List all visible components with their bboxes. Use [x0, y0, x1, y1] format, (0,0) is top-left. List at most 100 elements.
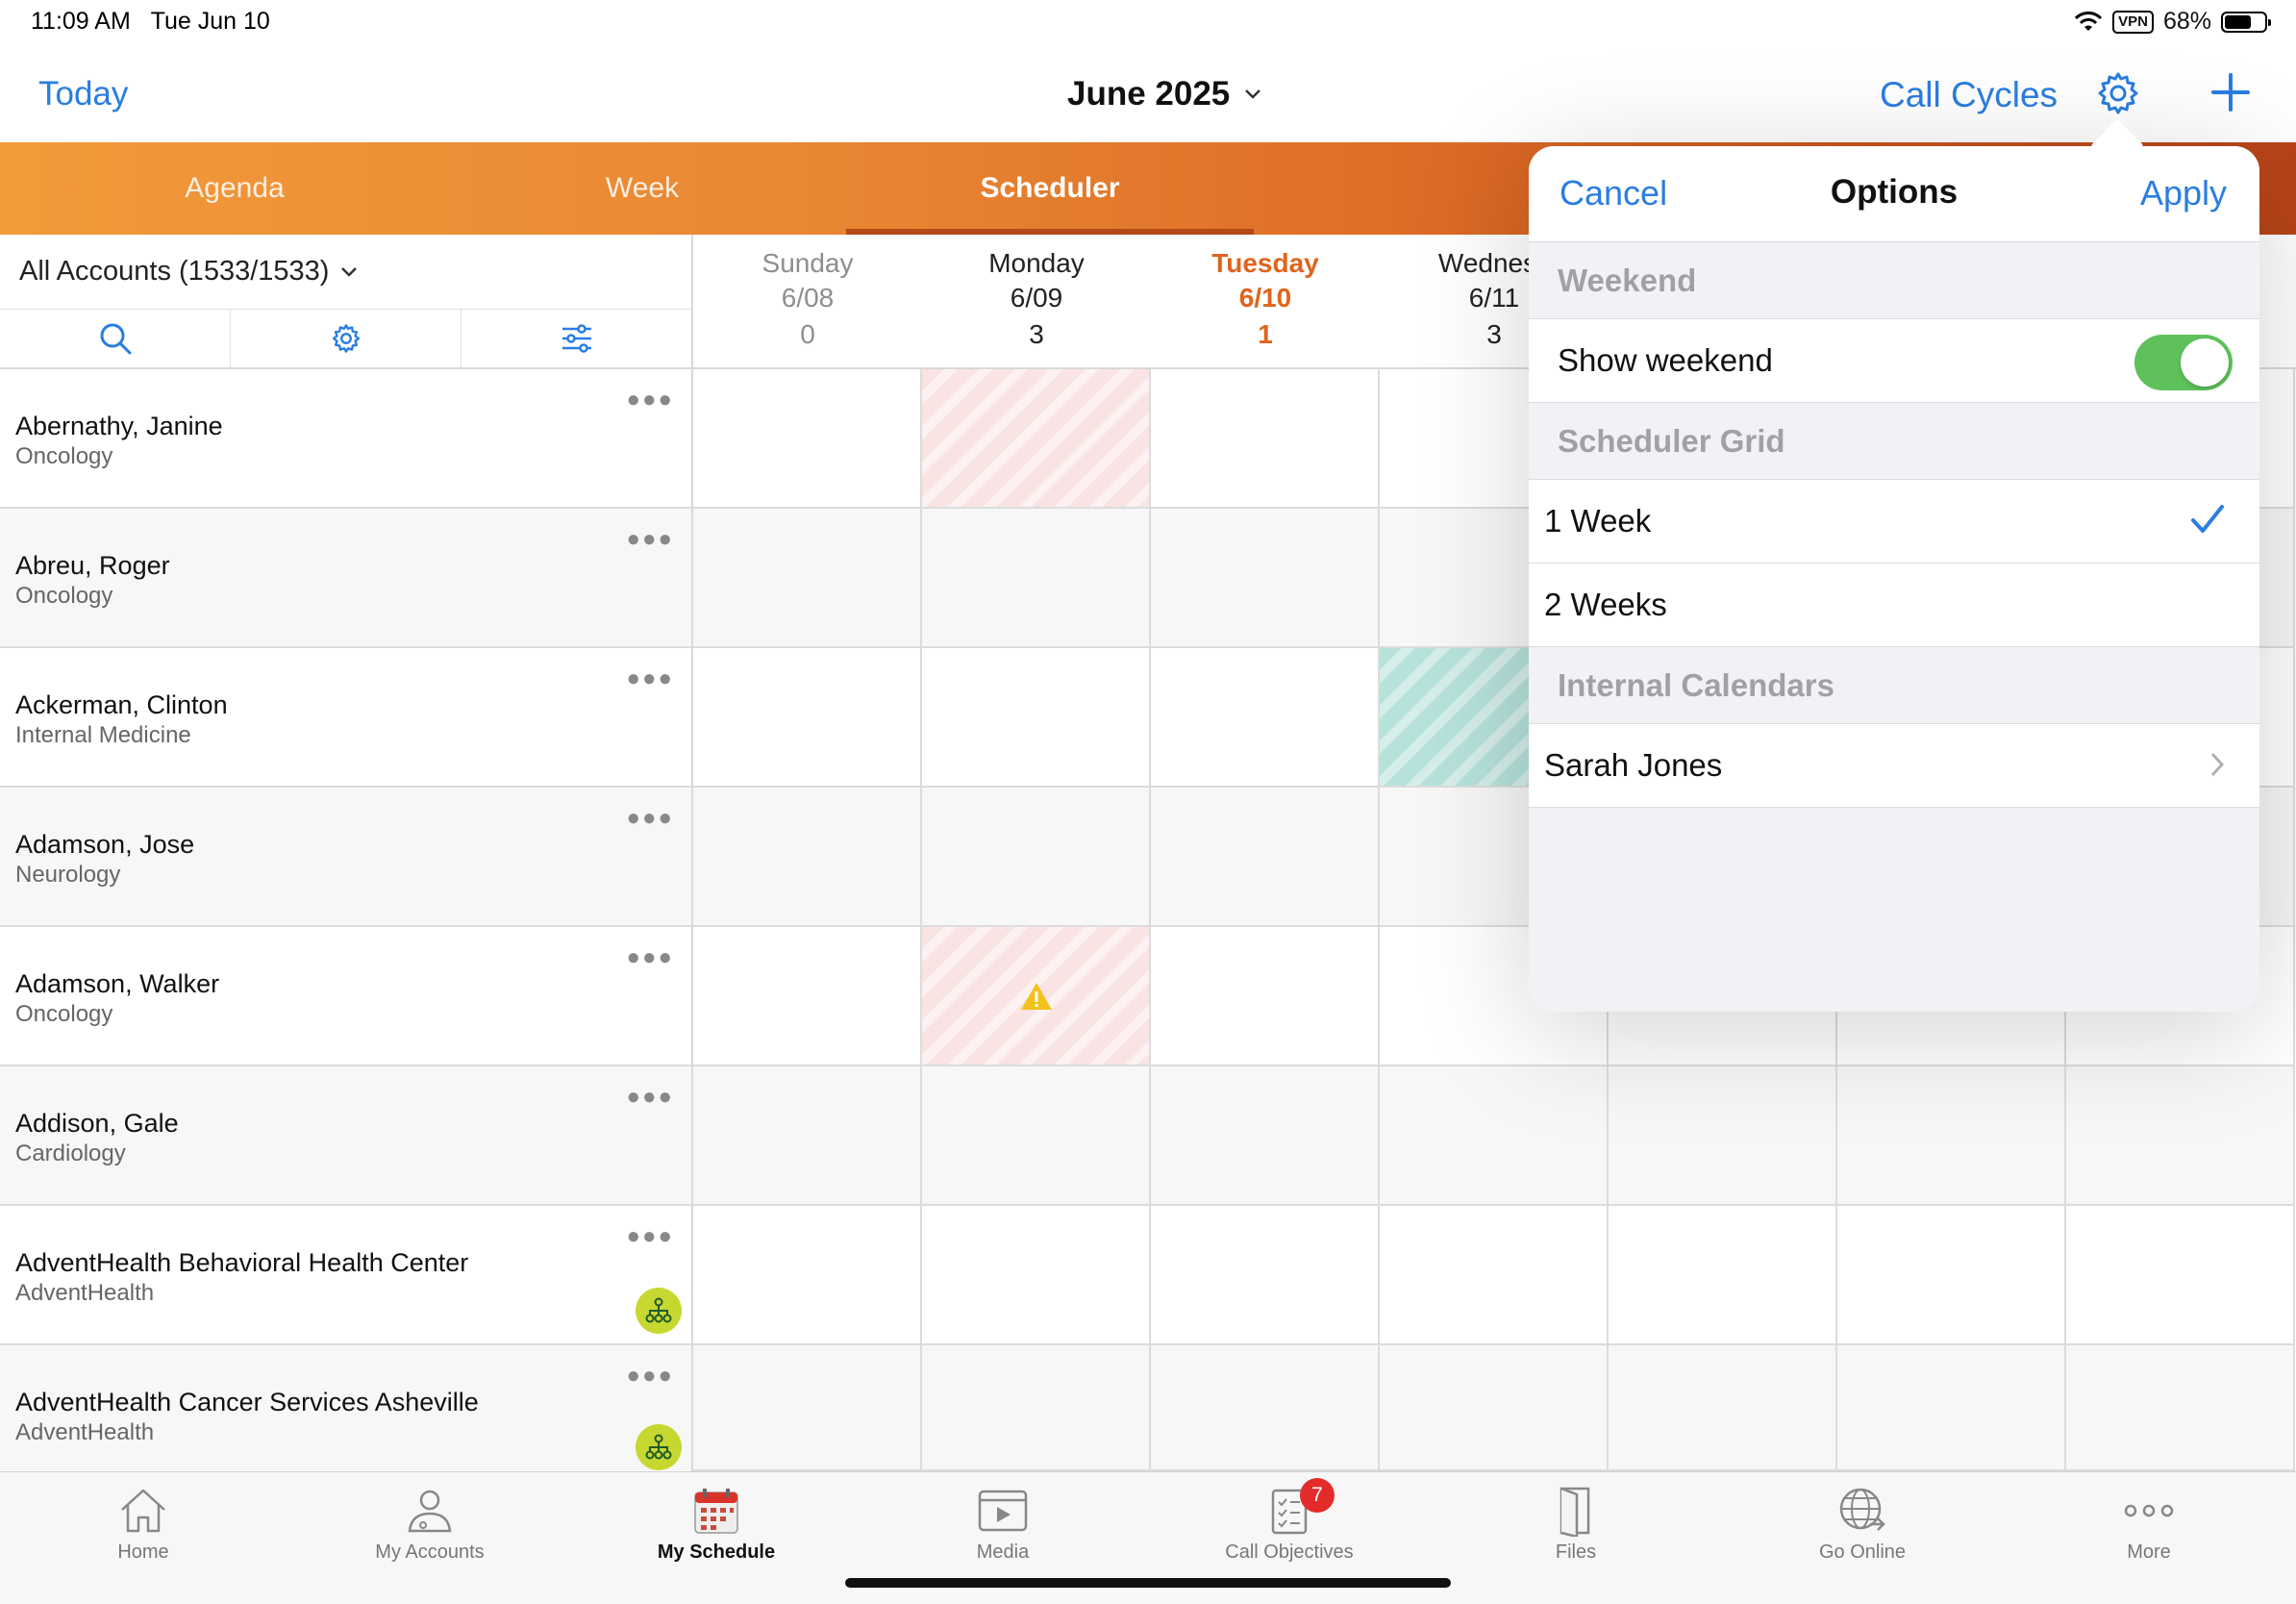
tab-scheduler[interactable]: Scheduler: [846, 142, 1254, 235]
day-header-sunday[interactable]: Sunday 6/08 0: [693, 235, 922, 369]
tab-media[interactable]: Media: [860, 1482, 1146, 1564]
schedule-cell[interactable]: [2066, 1206, 2295, 1345]
account-row[interactable]: Ackerman, Clinton Internal Medicine ●●●: [0, 648, 691, 788]
schedule-cell[interactable]: [1380, 1066, 1609, 1206]
account-row[interactable]: Adamson, Walker Oncology ●●●: [0, 927, 691, 1066]
schedule-cell[interactable]: [1380, 1206, 1609, 1345]
more-options-icon[interactable]: ●●●: [627, 944, 675, 971]
show-weekend-toggle[interactable]: [2134, 335, 2233, 390]
schedule-cell[interactable]: [693, 1066, 922, 1206]
account-specialty: Neurology: [15, 862, 121, 888]
status-time: 11:09 AM Tue Jun 10: [31, 8, 270, 35]
schedule-cell[interactable]: [1837, 1066, 2066, 1206]
schedule-cell[interactable]: [1151, 509, 1380, 648]
schedule-cell[interactable]: [693, 648, 922, 788]
calendar-icon: [694, 1489, 738, 1534]
more-options-icon[interactable]: ●●●: [627, 665, 675, 692]
schedule-cell[interactable]: [922, 1206, 1151, 1345]
schedule-cell[interactable]: [693, 369, 922, 509]
schedule-cell[interactable]: [922, 509, 1151, 648]
schedule-cell[interactable]: [922, 788, 1151, 927]
account-specialty: Oncology: [15, 443, 113, 469]
account-name: Abreu, Roger: [15, 551, 170, 580]
schedule-cell[interactable]: [693, 927, 922, 1066]
more-options-icon[interactable]: ●●●: [627, 526, 675, 553]
more-options-icon[interactable]: ●●●: [627, 1363, 675, 1390]
schedule-cell[interactable]: [1151, 927, 1380, 1066]
schedule-cell[interactable]: [1151, 788, 1380, 927]
account-panel: All Accounts (1533/1533) Abernathy, Jani…: [0, 235, 693, 1471]
schedule-cell[interactable]: [1151, 1066, 1380, 1206]
tab-my-accounts[interactable]: My Accounts: [287, 1482, 573, 1564]
schedule-cell[interactable]: [922, 648, 1151, 788]
accounts-icon: [408, 1490, 452, 1533]
schedule-cell[interactable]: [1609, 1066, 1837, 1206]
gear-icon[interactable]: [2094, 69, 2142, 117]
schedule-cell[interactable]: [1151, 1206, 1380, 1345]
battery-icon: [2221, 11, 2271, 33]
day-header-monday[interactable]: Monday 6/09 3: [922, 235, 1151, 369]
account-specialty: Oncology: [15, 583, 113, 609]
grid-option-2-weeks[interactable]: 2 Weeks: [1529, 564, 2259, 647]
tab-call-objectives[interactable]: 7 Call Objectives: [1146, 1478, 1433, 1564]
account-row[interactable]: AdventHealth Cancer Services Asheville A…: [0, 1345, 691, 1470]
search-button[interactable]: [0, 310, 231, 367]
schedule-cell[interactable]: [1151, 1345, 1380, 1471]
tab-more[interactable]: More: [2006, 1482, 2292, 1564]
schedule-cell[interactable]: [1380, 1345, 1609, 1471]
status-indicators: VPN 68%: [2074, 8, 2271, 36]
tab-files[interactable]: Files: [1433, 1482, 1719, 1564]
grid-option-1-week[interactable]: 1 Week: [1529, 480, 2259, 564]
schedule-cell[interactable]: [922, 927, 1151, 1066]
account-row[interactable]: Adamson, Jose Neurology ●●●: [0, 788, 691, 927]
chevron-down-icon: [1245, 89, 1261, 99]
month-picker[interactable]: June 2025: [1067, 75, 1262, 113]
schedule-cell[interactable]: [922, 1345, 1151, 1471]
schedule-cell[interactable]: [1151, 648, 1380, 788]
schedule-cell[interactable]: [1837, 1345, 2066, 1471]
calendar-user-label: Sarah Jones: [1544, 747, 1723, 783]
account-row[interactable]: Addison, Gale Cardiology ●●●: [0, 1066, 691, 1206]
schedule-cell[interactable]: [1151, 369, 1380, 509]
account-specialty: Internal Medicine: [15, 722, 191, 748]
day-header-tuesday[interactable]: Tuesday 6/10 1: [1151, 235, 1380, 369]
schedule-cell[interactable]: [2066, 1345, 2295, 1471]
account-row[interactable]: AdventHealth Behavioral Health Center Ad…: [0, 1206, 691, 1345]
schedule-cell[interactable]: [693, 509, 922, 648]
tab-agenda[interactable]: Agenda: [31, 142, 438, 235]
filter-sliders-button[interactable]: [462, 310, 691, 367]
grid-option-label: 1 Week: [1544, 503, 1652, 539]
schedule-cell[interactable]: [922, 369, 1151, 509]
more-options-icon[interactable]: ●●●: [627, 387, 675, 414]
account-filter-dropdown[interactable]: All Accounts (1533/1533): [0, 235, 691, 310]
schedule-cell[interactable]: [922, 1066, 1151, 1206]
calendar-user-row[interactable]: Sarah Jones: [1529, 724, 2259, 808]
schedule-cell[interactable]: [1609, 1345, 1837, 1471]
schedule-cell[interactable]: [693, 1345, 922, 1471]
tab-home[interactable]: Home: [0, 1482, 287, 1564]
tab-go-online[interactable]: Go Online: [1719, 1482, 2006, 1564]
org-hierarchy-icon[interactable]: [636, 1424, 682, 1470]
schedule-cell[interactable]: [1837, 1206, 2066, 1345]
more-options-icon[interactable]: ●●●: [627, 1084, 675, 1111]
more-options-icon[interactable]: ●●●: [627, 1223, 675, 1250]
account-row[interactable]: Abreu, Roger Oncology ●●●: [0, 509, 691, 648]
sliders-icon: [562, 324, 591, 353]
more-icon: [2124, 1504, 2174, 1517]
account-settings-button[interactable]: [231, 310, 462, 367]
today-button[interactable]: Today: [38, 75, 128, 113]
org-hierarchy-icon[interactable]: [636, 1288, 682, 1334]
call-cycles-button[interactable]: Call Cycles: [1880, 75, 2058, 115]
schedule-cell[interactable]: [693, 1206, 922, 1345]
schedule-cell[interactable]: [693, 788, 922, 927]
tab-week[interactable]: Week: [438, 142, 846, 235]
add-icon[interactable]: [2208, 69, 2254, 115]
more-options-icon[interactable]: ●●●: [627, 805, 675, 832]
account-row[interactable]: Abernathy, Janine Oncology ●●●: [0, 369, 691, 509]
tab-my-schedule[interactable]: My Schedule: [573, 1482, 860, 1564]
schedule-cell[interactable]: [1609, 1206, 1837, 1345]
account-specialty: AdventHealth: [15, 1280, 155, 1306]
apply-button[interactable]: Apply: [2140, 173, 2227, 213]
wifi-icon: [2075, 11, 2103, 31]
schedule-cell[interactable]: [2066, 1066, 2295, 1206]
